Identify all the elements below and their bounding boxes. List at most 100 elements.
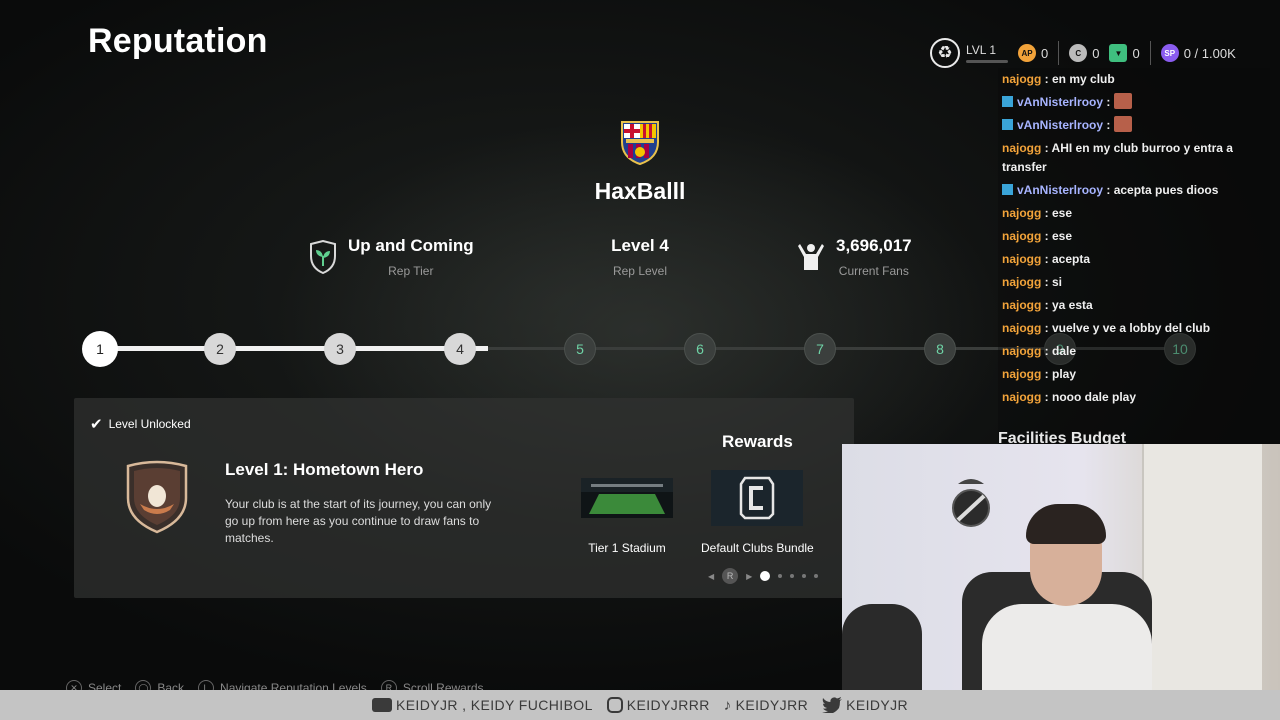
chat-message: vAnNisterlrooy : xyxy=(998,91,1270,114)
level-node-5[interactable]: 5 xyxy=(564,333,596,365)
coins-value: 0 xyxy=(1092,45,1100,61)
player-level: ♻ LVL 1 xyxy=(930,38,1008,68)
recycle-icon: ♻ xyxy=(930,38,960,68)
rep-tier-label: Rep Tier xyxy=(388,264,434,278)
level-progress-bar xyxy=(966,60,1008,63)
level-node-2[interactable]: 2 xyxy=(204,333,236,365)
cheering-fan-icon xyxy=(798,244,824,270)
pager-dot[interactable] xyxy=(802,574,807,578)
level-status-label: Level Unlocked xyxy=(108,417,191,431)
chat-message: najogg : vuelve y ve a lobby del club xyxy=(998,317,1270,340)
level-title: Level 1: Hometown Hero xyxy=(225,460,424,479)
chat-username[interactable]: najogg xyxy=(1002,141,1041,155)
chat-text: : en my club xyxy=(1044,72,1115,86)
coin-icon: C xyxy=(1069,44,1088,62)
shard-icon: ▼ xyxy=(1109,44,1128,62)
coins-currency: C 0 xyxy=(1069,44,1099,62)
emote-icon xyxy=(1113,93,1132,109)
chat-text: : vuelve y ve a lobby del club xyxy=(1044,321,1211,335)
chat-username[interactable]: najogg xyxy=(1002,252,1041,266)
currency-hud: ♻ LVL 1 AP 0 C 0 ▼ 0 SP 0 / 1.00K xyxy=(930,36,1236,70)
checkmark-icon: ✔ xyxy=(90,416,103,433)
shards-currency: ▼ 0 xyxy=(1109,44,1140,62)
level-status: ✔ Level Unlocked xyxy=(90,415,191,433)
badge-icon xyxy=(1002,96,1013,107)
chat-username[interactable]: najogg xyxy=(1002,206,1041,220)
chat-message: vAnNisterlrooy : xyxy=(998,114,1270,137)
chat-message: najogg : si xyxy=(998,271,1270,294)
chat-message: najogg : ese xyxy=(998,202,1270,225)
level-node-4[interactable]: 4 xyxy=(444,333,476,365)
pager-dot-active[interactable] xyxy=(760,571,771,581)
chat-text: : dale xyxy=(1044,344,1077,358)
youtube-icon xyxy=(371,698,392,712)
current-fans-label: Current Fans xyxy=(838,264,909,278)
page-title: Reputation xyxy=(88,22,268,60)
chat-username[interactable]: vAnNisterlrooy xyxy=(1017,183,1103,197)
chat-message: najogg : ese xyxy=(998,225,1270,248)
rep-tier-value: Up and Coming xyxy=(348,236,474,255)
chat-username[interactable]: najogg xyxy=(1002,72,1041,86)
shield-sprout-icon xyxy=(310,240,336,274)
clubs-bundle-thumbnail xyxy=(711,470,804,526)
webcam-person-hair xyxy=(1026,504,1106,544)
twitter-icon xyxy=(822,697,843,713)
tiktok-icon: ♪ xyxy=(723,696,732,714)
club-name: HaxBalll xyxy=(594,178,686,204)
sp-icon: SP xyxy=(1160,44,1179,62)
chat-text: : ese xyxy=(1044,229,1073,243)
chat-username[interactable]: najogg xyxy=(1002,390,1041,404)
tiktok-handle: ♪ KEIDYJRR xyxy=(724,697,808,714)
ap-icon: AP xyxy=(1018,44,1036,62)
rep-level-stat: Level 4 Rep Level xyxy=(590,236,690,278)
chat-text: : ese xyxy=(1044,206,1073,220)
current-fans-value: 3,696,017 xyxy=(836,236,912,255)
twitter-handle: KEIDYJR xyxy=(822,697,908,713)
chat-message: najogg : play xyxy=(998,363,1270,386)
hometown-hero-badge-icon xyxy=(126,460,188,534)
reward-label: Tier 1 Stadium xyxy=(588,541,666,555)
pager-dot[interactable] xyxy=(814,574,819,578)
chat-username[interactable]: najogg xyxy=(1002,321,1041,335)
chat-text: : xyxy=(1106,118,1111,132)
stream-chat: najogg : en my club vAnNisterlrooy : vAnN… xyxy=(998,68,1270,444)
webcam-door xyxy=(1142,444,1262,690)
rewards-pager[interactable]: ◀ R ▶ xyxy=(708,568,819,584)
emote-icon xyxy=(1113,116,1132,132)
rep-level-label: Rep Level xyxy=(612,264,668,278)
chat-message: najogg : AHI en my club burroo y entra a… xyxy=(998,137,1270,179)
club-crest-icon xyxy=(621,121,659,166)
chat-message: najogg : dale xyxy=(998,340,1270,363)
level-description: Your club is at the start of its journey… xyxy=(225,497,492,545)
pager-dot[interactable] xyxy=(778,574,783,578)
chat-username[interactable]: najogg xyxy=(1002,275,1041,289)
ap-currency: AP 0 xyxy=(1018,44,1048,62)
chat-username[interactable]: najogg xyxy=(1002,298,1041,312)
badge-icon xyxy=(1002,119,1013,130)
instagram-icon xyxy=(606,697,623,713)
reward-item[interactable]: Default Clubs Bundle xyxy=(701,470,814,555)
chat-text: : si xyxy=(1044,275,1063,289)
player-level-label: LVL 1 xyxy=(966,43,997,57)
badge-icon xyxy=(1002,184,1013,195)
sp-currency: SP 0 / 1.00K xyxy=(1160,44,1236,62)
chat-username[interactable]: vAnNisterlrooy xyxy=(1017,118,1103,132)
reward-item[interactable]: Tier 1 Stadium xyxy=(581,478,673,555)
level-node-8[interactable]: 8 xyxy=(924,333,956,365)
chat-message: vAnNisterlrooy : acepta pues dioos xyxy=(998,179,1270,202)
level-node-6[interactable]: 6 xyxy=(684,333,716,365)
webcam-background-object xyxy=(842,604,922,690)
chat-username[interactable]: najogg xyxy=(1002,367,1041,381)
webcam-person-body xyxy=(982,604,1152,690)
chat-username[interactable]: najogg xyxy=(1002,229,1041,243)
level-node-7[interactable]: 7 xyxy=(804,333,836,365)
pager-dot[interactable] xyxy=(790,574,795,578)
rewards-heading: Rewards xyxy=(722,432,793,451)
level-node-3[interactable]: 3 xyxy=(324,333,356,365)
level-node-1[interactable]: 1 xyxy=(82,331,118,367)
chat-username[interactable]: najogg xyxy=(1002,344,1041,358)
youtube-text: KEIDYJR , KEIDY FUCHIBOL xyxy=(395,697,593,713)
chat-username[interactable]: vAnNisterlrooy xyxy=(1017,95,1103,109)
chat-text: : acepta xyxy=(1044,252,1091,266)
hud-divider xyxy=(1058,41,1060,65)
